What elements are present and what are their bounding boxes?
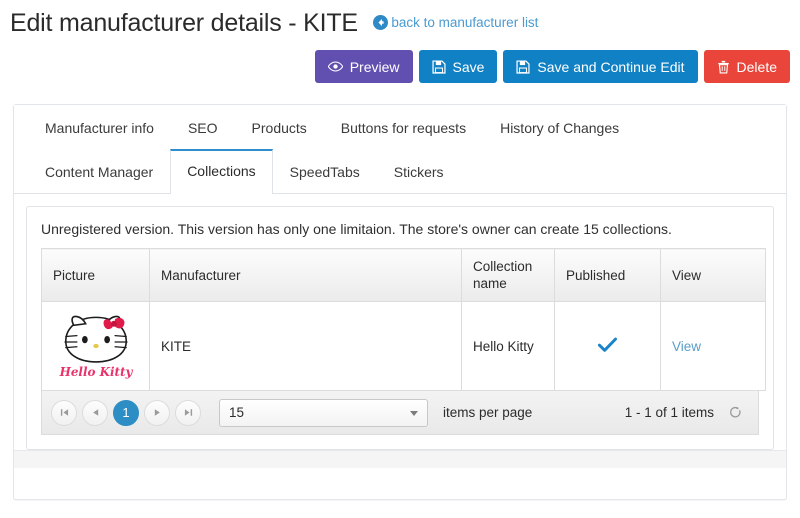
- collections-table: Picture Manufacturer Collection name Pub…: [41, 248, 766, 391]
- grid-pager: 1 15 items per page 1 - 1 of 1 items: [41, 391, 759, 435]
- tab-seo[interactable]: SEO: [171, 105, 235, 149]
- collections-grid-wrapper: Picture Manufacturer Collection name Pub…: [27, 248, 773, 391]
- cell-view: View: [661, 302, 766, 391]
- floppy-disk-icon: [516, 60, 530, 74]
- page-title: Edit manufacturer details - KITE: [10, 8, 358, 38]
- tab-collections[interactable]: Collections: [170, 149, 272, 193]
- pager-range-info: 1 - 1 of 1 items: [625, 405, 714, 420]
- table-header-row: Picture Manufacturer Collection name Pub…: [42, 249, 766, 302]
- tab-products[interactable]: Products: [235, 105, 324, 149]
- page-header: Edit manufacturer details - KITE back to…: [10, 8, 790, 46]
- manufacturer-edit-panel: Manufacturer info SEO Products Buttons f…: [13, 104, 787, 500]
- tab-row-secondary: Content Manager Collections SpeedTabs St…: [26, 149, 786, 193]
- view-link[interactable]: View: [672, 339, 701, 354]
- cell-picture: Hello Kitty: [42, 302, 150, 391]
- delete-button[interactable]: Delete: [704, 50, 790, 83]
- collections-tab-content: Unregistered version. This version has o…: [14, 194, 786, 450]
- eye-icon: [328, 60, 343, 73]
- floppy-disk-icon: [432, 60, 446, 74]
- page-size-select[interactable]: 15: [219, 399, 428, 427]
- preview-button-label: Preview: [350, 60, 400, 74]
- cell-published: [555, 302, 661, 391]
- tab-manufacturer-info[interactable]: Manufacturer info: [28, 105, 171, 149]
- cell-collection-name: Hello Kitty: [462, 302, 555, 391]
- svg-text:Hello Kitty: Hello Kitty: [58, 365, 133, 379]
- table-header: Picture Manufacturer Collection name Pub…: [42, 249, 766, 302]
- trash-icon: [717, 60, 730, 74]
- delete-button-label: Delete: [737, 60, 777, 74]
- column-header-manufacturer[interactable]: Manufacturer: [150, 249, 462, 302]
- last-page-icon[interactable]: [175, 400, 201, 426]
- tab-content-manager[interactable]: Content Manager: [28, 149, 170, 193]
- arrow-circle-left-icon: [373, 15, 388, 33]
- tab-stickers[interactable]: Stickers: [377, 149, 461, 193]
- collections-inner-panel: Unregistered version. This version has o…: [26, 206, 774, 450]
- tab-history-of-changes[interactable]: History of Changes: [483, 105, 636, 149]
- check-icon: [598, 341, 617, 356]
- table-row: Hello Kitty KITE Hello Kitty: [42, 302, 766, 391]
- panel-footer-strip: [14, 450, 786, 468]
- save-button-label: Save: [453, 60, 485, 74]
- save-and-continue-edit-button[interactable]: Save and Continue Edit: [503, 50, 697, 83]
- back-link-label: back to manufacturer list: [391, 15, 538, 30]
- column-header-view[interactable]: View: [661, 249, 766, 302]
- page-size-value: 15: [229, 405, 244, 420]
- tab-buttons-for-requests[interactable]: Buttons for requests: [324, 105, 483, 149]
- tab-speedtabs[interactable]: SpeedTabs: [273, 149, 377, 193]
- page-number-1-button[interactable]: 1: [113, 400, 139, 426]
- back-to-manufacturer-list-link[interactable]: back to manufacturer list: [373, 15, 538, 33]
- prev-page-icon[interactable]: [82, 400, 108, 426]
- tab-row-primary: Manufacturer info SEO Products Buttons f…: [26, 105, 786, 149]
- first-page-icon[interactable]: [51, 400, 77, 426]
- chevron-down-icon: [410, 411, 418, 416]
- refresh-icon[interactable]: [724, 402, 746, 424]
- preview-button[interactable]: Preview: [315, 50, 413, 83]
- tab-strip: Manufacturer info SEO Products Buttons f…: [14, 105, 786, 194]
- items-per-page-label: items per page: [443, 405, 532, 420]
- table-body: Hello Kitty KITE Hello Kitty: [42, 302, 766, 391]
- column-header-collection-name[interactable]: Collection name: [462, 249, 555, 302]
- save-and-continue-edit-button-label: Save and Continue Edit: [537, 60, 684, 74]
- cell-manufacturer: KITE: [150, 302, 462, 391]
- hello-kitty-thumbnail: Hello Kitty: [56, 311, 136, 381]
- save-button[interactable]: Save: [419, 50, 498, 83]
- unregistered-version-notice: Unregistered version. This version has o…: [27, 207, 773, 248]
- next-page-icon[interactable]: [144, 400, 170, 426]
- action-toolbar: Preview Save Save and Continue Edit: [315, 50, 790, 83]
- column-header-picture[interactable]: Picture: [42, 249, 150, 302]
- column-header-published[interactable]: Published: [555, 249, 661, 302]
